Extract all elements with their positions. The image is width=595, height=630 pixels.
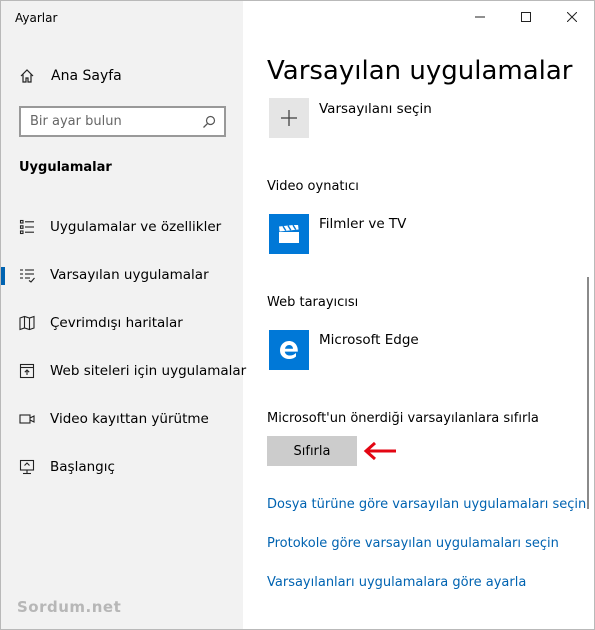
apps-list-icon: [19, 219, 35, 235]
search-icon[interactable]: [202, 115, 216, 129]
movies-tv-icon: [279, 225, 299, 243]
sidebar-item-label: Web siteleri için uygulamalar: [50, 363, 247, 379]
sidebar-nav: Uygulamalar ve özellikler Varsayılan uyg…: [1, 203, 247, 491]
sidebar-item-default-apps[interactable]: Varsayılan uygulamalar: [1, 251, 243, 299]
reset-description: Microsoft'un önerdiği varsayılanlara sıf…: [267, 411, 539, 426]
map-icon: [19, 315, 35, 331]
web-browser-app-label: Microsoft Edge: [319, 332, 419, 348]
red-arrow-annotation-icon: [363, 441, 396, 461]
default-apps-icon: [19, 267, 35, 283]
video-player-app[interactable]: Filmler ve TV: [269, 214, 406, 254]
movies-tv-tile[interactable]: [269, 214, 309, 254]
link-choose-by-file-type[interactable]: Dosya türüne göre varsayılan uygulamalar…: [267, 497, 586, 512]
web-browser-app[interactable]: Microsoft Edge: [269, 330, 419, 370]
web-browser-heading: Web tarayıcısı: [267, 295, 359, 310]
plus-icon: [281, 110, 297, 126]
sidebar-item-label: Uygulamalar ve özellikler: [50, 219, 222, 235]
choose-default-tile[interactable]: [269, 98, 309, 138]
reset-button[interactable]: Sıfırla: [267, 436, 357, 466]
link-set-defaults-by-app[interactable]: Varsayılanları uygulamalara göre ayarla: [267, 575, 526, 590]
edge-icon: [280, 341, 298, 359]
sidebar-item-label: Video kayıttan yürütme: [50, 411, 209, 427]
scrollbar-thumb[interactable]: [587, 277, 589, 509]
choose-default-label: Varsayılanı seçin: [319, 101, 432, 117]
search-box[interactable]: [19, 106, 226, 137]
sidebar-item-label: Başlangıç: [50, 459, 115, 475]
choose-default-row[interactable]: Varsayılanı seçin: [269, 98, 432, 138]
sidebar-item-offline-maps[interactable]: Çevrimdışı haritalar: [1, 299, 243, 347]
search-input[interactable]: [30, 114, 202, 129]
watermark-text: Sordum.net: [17, 598, 122, 616]
sidebar-item-label: Varsayılan uygulamalar: [50, 267, 209, 283]
open-in-app-icon: [19, 363, 35, 379]
edge-tile[interactable]: [269, 330, 309, 370]
window-title: Ayarlar: [15, 11, 58, 25]
sidebar-item-apps-for-websites[interactable]: Web siteleri için uygulamalar: [1, 347, 247, 395]
main-content: Varsayılan uygulamalar Varsayılanı seçin…: [243, 1, 594, 629]
settings-window: Ayarlar Ana Sayfa Uygulamalar Uygulamala…: [0, 0, 595, 630]
startup-icon: [19, 459, 35, 475]
home-label: Ana Sayfa: [51, 68, 122, 84]
sidebar: Ayarlar Ana Sayfa Uygulamalar Uygulamala…: [1, 1, 247, 629]
section-title: Uygulamalar: [19, 160, 112, 175]
sidebar-item-video-playback[interactable]: Video kayıttan yürütme: [1, 395, 243, 443]
home-icon: [19, 68, 35, 84]
video-icon: [19, 411, 35, 427]
home-link[interactable]: Ana Sayfa: [19, 65, 122, 87]
video-player-heading: Video oynatıcı: [267, 179, 359, 194]
video-player-app-label: Filmler ve TV: [319, 216, 407, 232]
page-title: Varsayılan uygulamalar: [267, 56, 573, 86]
sidebar-item-startup[interactable]: Başlangıç: [1, 443, 243, 491]
sidebar-item-apps-features[interactable]: Uygulamalar ve özellikler: [1, 203, 243, 251]
link-choose-by-protocol[interactable]: Protokole göre varsayılan uygulamaları s…: [267, 536, 559, 551]
sidebar-item-label: Çevrimdışı haritalar: [50, 315, 183, 331]
